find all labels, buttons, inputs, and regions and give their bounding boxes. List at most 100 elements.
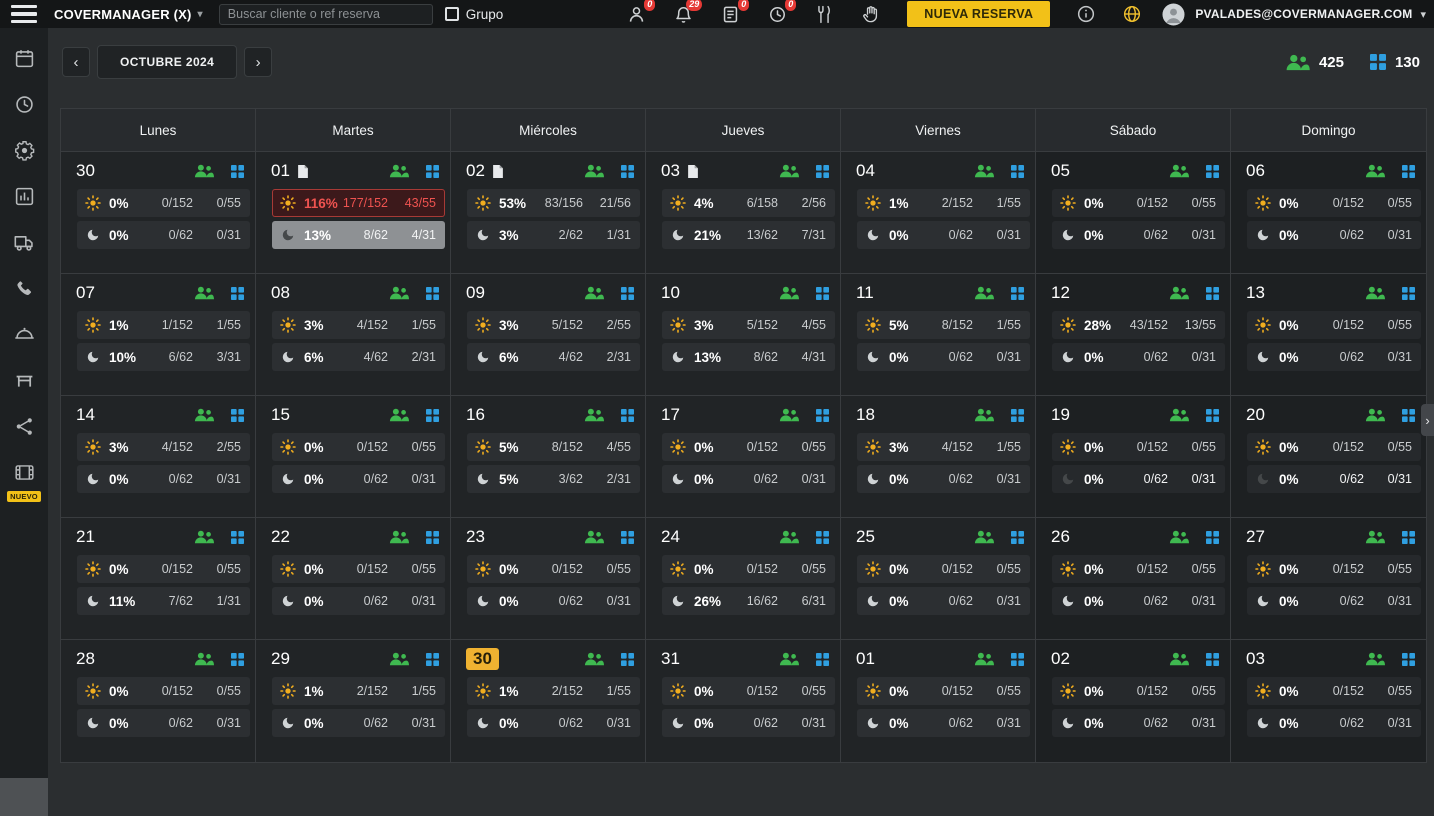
day-shift-row[interactable]: 0% 0/152 0/55 xyxy=(857,677,1030,705)
night-shift-row[interactable]: 0% 0/62 0/31 xyxy=(1052,343,1225,371)
tables-grid-icon[interactable] xyxy=(1206,652,1219,666)
calendar-day-cell[interactable]: 04 1% 2/152 1/55 0% 0/62 0/31 xyxy=(841,152,1036,274)
month-selector-button[interactable]: OCTUBRE 2024 xyxy=(97,45,238,79)
night-shift-row[interactable]: 0% 0/62 0/31 xyxy=(857,709,1030,737)
tables-grid-icon[interactable] xyxy=(1402,530,1415,544)
day-shift-row[interactable]: 1% 2/152 1/55 xyxy=(272,677,445,705)
day-note-icon[interactable] xyxy=(687,164,699,178)
notifications-bell-icon[interactable]: 29 xyxy=(673,0,703,24)
calendar-day-cell[interactable]: 22 0% 0/152 0/55 0% 0/62 0/31 xyxy=(256,518,451,640)
covers-people-icon[interactable] xyxy=(388,652,409,666)
sidebar-item-calls[interactable] xyxy=(0,268,48,314)
calendar-day-cell[interactable]: 08 3% 4/152 1/55 6% 4/62 2/31 xyxy=(256,274,451,396)
tables-grid-icon[interactable] xyxy=(1402,408,1415,422)
tables-grid-icon[interactable] xyxy=(621,530,634,544)
tables-grid-icon[interactable] xyxy=(1011,530,1024,544)
covers-people-icon[interactable] xyxy=(583,530,604,544)
covers-people-icon[interactable] xyxy=(1168,164,1189,178)
covers-people-icon[interactable] xyxy=(193,408,214,422)
covers-people-icon[interactable] xyxy=(193,286,214,300)
calendar-day-cell[interactable]: 25 0% 0/152 0/55 0% 0/62 0/31 xyxy=(841,518,1036,640)
calendar-day-cell[interactable]: 14 3% 4/152 2/55 0% 0/62 0/31 xyxy=(61,396,256,518)
tables-grid-icon[interactable] xyxy=(1402,164,1415,178)
calendar-day-cell[interactable]: 23 0% 0/152 0/55 0% 0/62 0/31 xyxy=(451,518,646,640)
covers-people-icon[interactable] xyxy=(778,652,799,666)
tables-grid-icon[interactable] xyxy=(426,652,439,666)
covers-people-icon[interactable] xyxy=(973,164,994,178)
covers-people-icon[interactable] xyxy=(1364,530,1385,544)
calendar-day-cell[interactable]: 24 0% 0/152 0/55 26% 16/62 6/31 xyxy=(646,518,841,640)
prev-month-button[interactable]: ‹ xyxy=(62,47,90,77)
service-hand-icon[interactable] xyxy=(861,4,881,24)
user-menu-chevron-icon[interactable]: ▾ xyxy=(1420,8,1426,21)
night-shift-row[interactable]: 6% 4/62 2/31 xyxy=(272,343,445,371)
tables-grid-icon[interactable] xyxy=(1206,286,1219,300)
tables-grid-icon[interactable] xyxy=(231,286,244,300)
day-note-icon[interactable] xyxy=(297,164,309,178)
night-shift-row[interactable]: 0% 0/62 0/31 xyxy=(1247,221,1421,249)
covers-people-icon[interactable] xyxy=(388,286,409,300)
day-shift-row[interactable]: 116% 177/152 43/55 xyxy=(272,189,445,217)
tables-grid-icon[interactable] xyxy=(621,408,634,422)
day-shift-row[interactable]: 0% 0/152 0/55 xyxy=(662,677,835,705)
day-shift-row[interactable]: 1% 1/152 1/55 xyxy=(77,311,250,339)
day-shift-row[interactable]: 0% 0/152 0/55 xyxy=(77,677,250,705)
day-shift-row[interactable]: 0% 0/152 0/55 xyxy=(1247,433,1421,461)
tables-grid-icon[interactable] xyxy=(816,408,829,422)
night-shift-row[interactable]: 5% 3/62 2/31 xyxy=(467,465,640,493)
covers-people-icon[interactable] xyxy=(778,164,799,178)
calendar-day-cell[interactable]: 05 0% 0/152 0/55 0% 0/62 0/31 xyxy=(1036,152,1231,274)
calendar-day-cell[interactable]: 01 116% 177/152 43/55 13% 8/62 4/31 xyxy=(256,152,451,274)
calendar-day-cell[interactable]: 03 0% 0/152 0/55 0% 0/62 0/31 xyxy=(1231,640,1426,762)
tables-grid-icon[interactable] xyxy=(426,164,439,178)
calendar-day-cell[interactable]: 18 3% 4/152 1/55 0% 0/62 0/31 xyxy=(841,396,1036,518)
night-shift-row[interactable]: 0% 0/62 0/31 xyxy=(77,465,250,493)
calendar-day-cell[interactable]: 02 0% 0/152 0/55 0% 0/62 0/31 xyxy=(1036,640,1231,762)
night-shift-row[interactable]: 0% 0/62 0/31 xyxy=(272,465,445,493)
night-shift-row[interactable]: 0% 0/62 0/31 xyxy=(857,587,1030,615)
calendar-day-cell[interactable]: 16 5% 8/152 4/55 5% 3/62 2/31 xyxy=(451,396,646,518)
search-input[interactable] xyxy=(218,3,433,25)
covers-people-icon[interactable] xyxy=(388,164,409,178)
night-shift-row[interactable]: 0% 0/62 0/31 xyxy=(272,709,445,737)
day-shift-row[interactable]: 3% 4/152 2/55 xyxy=(77,433,250,461)
calendar-day-cell[interactable]: 02 53% 83/156 21/56 3% 2/62 1/31 xyxy=(451,152,646,274)
sidebar-item-reports[interactable] xyxy=(0,176,48,222)
covers-people-icon[interactable] xyxy=(778,286,799,300)
tables-grid-icon[interactable] xyxy=(621,652,634,666)
calendar-day-cell[interactable]: 11 5% 8/152 1/55 0% 0/62 0/31 xyxy=(841,274,1036,396)
day-shift-row[interactable]: 28% 43/152 13/55 xyxy=(1052,311,1225,339)
day-shift-row[interactable]: 0% 0/152 0/55 xyxy=(662,555,835,583)
day-shift-row[interactable]: 1% 2/152 1/55 xyxy=(857,189,1030,217)
covers-people-icon[interactable] xyxy=(388,530,409,544)
covers-people-icon[interactable] xyxy=(388,408,409,422)
day-shift-row[interactable]: 3% 5/152 4/55 xyxy=(662,311,835,339)
covers-people-icon[interactable] xyxy=(1364,652,1385,666)
calendar-day-cell[interactable]: 19 0% 0/152 0/55 0% 0/62 0/31 xyxy=(1036,396,1231,518)
tables-grid-icon[interactable] xyxy=(621,286,634,300)
day-shift-row[interactable]: 0% 0/152 0/55 xyxy=(272,555,445,583)
diners-icon[interactable]: 0 xyxy=(626,0,656,24)
sidebar-item-calendar[interactable] xyxy=(0,38,48,84)
covers-people-icon[interactable] xyxy=(1168,530,1189,544)
calendar-day-cell[interactable]: 29 1% 2/152 1/55 0% 0/62 0/31 xyxy=(256,640,451,762)
tables-grid-icon[interactable] xyxy=(231,530,244,544)
tables-grid-icon[interactable] xyxy=(816,286,829,300)
day-shift-row[interactable]: 5% 8/152 4/55 xyxy=(467,433,640,461)
sidebar-item-delivery[interactable] xyxy=(0,222,48,268)
calendar-day-cell[interactable]: 06 0% 0/152 0/55 0% 0/62 0/31 xyxy=(1231,152,1426,274)
day-shift-row[interactable]: 0% 0/152 0/55 xyxy=(662,433,835,461)
next-month-button[interactable]: › xyxy=(244,47,273,77)
night-shift-row[interactable]: 0% 0/62 0/31 xyxy=(467,587,640,615)
night-shift-row[interactable]: 0% 0/62 0/31 xyxy=(77,709,250,737)
calendar-day-cell[interactable]: 12 28% 43/152 13/55 0% 0/62 0/31 xyxy=(1036,274,1231,396)
night-shift-row[interactable]: 0% 0/62 0/31 xyxy=(662,709,835,737)
tables-grid-icon[interactable] xyxy=(426,530,439,544)
tables-grid-icon[interactable] xyxy=(1402,652,1415,666)
covers-people-icon[interactable] xyxy=(583,164,604,178)
tables-grid-icon[interactable] xyxy=(231,408,244,422)
day-shift-row[interactable]: 0% 0/152 0/55 xyxy=(1247,311,1421,339)
tables-grid-icon[interactable] xyxy=(1206,530,1219,544)
night-shift-row[interactable]: 11% 7/62 1/31 xyxy=(77,587,250,615)
calendar-day-cell[interactable]: 30 0% 0/152 0/55 0% 0/62 0/31 xyxy=(61,152,256,274)
